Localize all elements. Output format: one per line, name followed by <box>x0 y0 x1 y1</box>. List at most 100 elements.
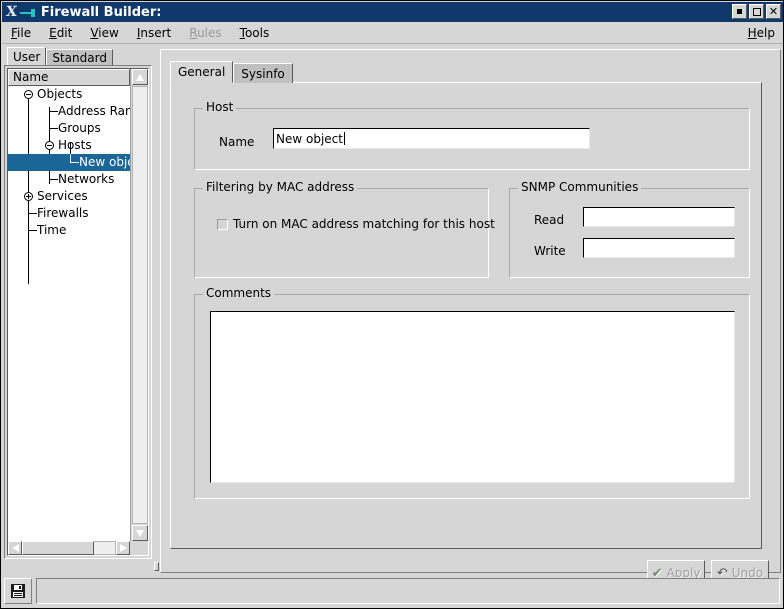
tree-elbow <box>28 213 37 214</box>
tab-general[interactable]: General <box>170 61 234 83</box>
expander-expand-icon[interactable] <box>24 192 33 201</box>
menu-file-label: ile <box>17 25 32 40</box>
tree-item-address-range[interactable]: Address Range <box>8 103 130 120</box>
close-button[interactable]: ✕ <box>766 4 781 19</box>
mac-matching-checkbox[interactable] <box>217 218 228 230</box>
name-label: Name <box>219 135 255 149</box>
mac-matching-checkbox-row[interactable]: Turn on MAC address matching for this ho… <box>217 217 495 231</box>
snmp-communities-groupbox: SNMP Communities Read Write <box>509 181 750 278</box>
menu-edit-mnemonic: E <box>49 25 57 40</box>
comments-groupbox: Comments <box>194 287 750 499</box>
maximize-button[interactable] <box>749 4 764 19</box>
tree-item-services-label: Services <box>37 189 88 203</box>
minimize-button[interactable] <box>732 4 747 19</box>
comments-textarea[interactable] <box>210 311 735 483</box>
tree-vertical-scrollbar[interactable] <box>130 69 148 541</box>
menu-rules-mnemonic: R <box>189 25 198 40</box>
menu-edit-label: dit <box>56 25 73 40</box>
window-manager-icon <box>19 8 35 17</box>
chevron-left-icon <box>11 544 19 552</box>
menu-view-label: iew <box>98 25 119 40</box>
snmp-write-label: Write <box>534 244 566 258</box>
menu-view[interactable]: View <box>81 24 127 42</box>
tree-horizontal-scrollbar[interactable] <box>8 541 130 555</box>
chevron-right-icon <box>119 544 127 552</box>
tree-item-groups[interactable]: Groups <box>8 120 130 137</box>
comments-groupbox-title: Comments <box>203 287 275 299</box>
tree-item-networks-label: Networks <box>58 172 115 186</box>
menu-insert-label: nsert <box>140 25 172 40</box>
scroll-down-button[interactable] <box>132 525 148 541</box>
tree-elbow-stem <box>70 154 71 163</box>
library-tab-standard[interactable]: Standard <box>46 49 113 66</box>
tree-elbow <box>49 111 58 112</box>
scroll-up-button[interactable] <box>132 69 148 85</box>
object-editor-tabs: General Sysinfo <box>170 61 293 83</box>
tree-item-objects[interactable]: Objects <box>8 86 130 103</box>
library-tabs: User Standard <box>7 47 113 66</box>
tree-item-objects-label: Objects <box>37 87 83 101</box>
expander-collapse-icon[interactable] <box>24 90 33 99</box>
menu-help[interactable]: Help <box>739 24 783 42</box>
menu-help-label: elp <box>756 25 775 40</box>
menu-tools-label: ools <box>244 25 270 40</box>
tree-column-header-name[interactable]: Name <box>8 69 130 86</box>
expander-collapse-icon[interactable] <box>45 141 54 150</box>
chevron-down-icon <box>136 529 144 537</box>
object-tree-pane: User Standard Name Objects Address Ra Gr… <box>4 47 152 575</box>
tree-item-services[interactable]: Services <box>8 188 130 205</box>
host-name-input[interactable]: New object <box>273 128 590 149</box>
tree-elbow <box>28 230 37 231</box>
snmp-write-input[interactable] <box>583 238 735 258</box>
host-groupbox: Host Name New object <box>194 101 750 170</box>
mac-matching-label: Turn on MAC address matching for this ho… <box>233 217 495 231</box>
mac-filtering-groupbox-title: Filtering by MAC address <box>203 181 358 193</box>
menu-edit[interactable]: Edit <box>40 24 81 42</box>
tree-item-address-range-label: Address Range <box>58 104 130 118</box>
save-status-button[interactable] <box>4 578 32 604</box>
snmp-groupbox-title: SNMP Communities <box>518 181 642 193</box>
menu-help-mnemonic: H <box>747 25 757 40</box>
mac-filtering-groupbox: Filtering by MAC address Turn on MAC add… <box>194 181 495 278</box>
pane-splitter[interactable] <box>153 47 160 575</box>
tree-elbow <box>49 179 58 180</box>
splitter-grip[interactable] <box>154 562 159 571</box>
close-icon: ✕ <box>768 5 779 18</box>
window-title: Firewall Builder: <box>40 4 162 20</box>
tree-item-hosts-label: Hosts <box>58 138 92 152</box>
tree-item-new-object[interactable]: New object <box>8 154 130 171</box>
tab-sysinfo[interactable]: Sysinfo <box>233 63 293 83</box>
menu-insert[interactable]: Insert <box>128 24 180 42</box>
host-name-value: New object <box>276 131 343 146</box>
library-tab-user[interactable]: User <box>7 47 47 66</box>
vscroll-trough[interactable] <box>132 86 148 524</box>
object-editor-pane: General Sysinfo Host Name New object Fil… <box>160 49 781 586</box>
text-caret <box>343 132 345 145</box>
scrollbar-corner <box>130 541 148 555</box>
maximize-icon <box>752 7 761 16</box>
tree-item-firewalls-label: Firewalls <box>37 206 89 220</box>
tree-item-time[interactable]: Time <box>8 222 130 239</box>
menu-tools[interactable]: Tools <box>231 24 279 42</box>
tree-item-firewalls[interactable]: Firewalls <box>8 205 130 222</box>
host-groupbox-title: Host <box>203 101 237 113</box>
general-tab-page: Host Name New object Filtering by MAC ad… <box>170 82 762 549</box>
status-message <box>36 578 780 604</box>
scroll-right-button[interactable] <box>116 541 130 555</box>
x-logo-icon: X <box>5 4 18 20</box>
menu-rules-label: ules <box>197 25 222 40</box>
scroll-left-button[interactable] <box>8 541 22 555</box>
firewall-builder-window: X Firewall Builder: ✕ File Edit View Ins… <box>0 0 784 609</box>
tree-item-hosts[interactable]: Hosts <box>8 137 130 154</box>
title-bar-icons: X <box>2 4 35 20</box>
menu-file[interactable]: File <box>2 24 40 42</box>
hscroll-thumb[interactable] <box>22 541 94 555</box>
save-floppy-icon <box>11 584 25 598</box>
title-bar: X Firewall Builder: ✕ <box>2 2 783 22</box>
menubar-separator <box>2 43 783 44</box>
snmp-read-input[interactable] <box>583 207 735 227</box>
tree-item-networks[interactable]: Networks <box>8 171 130 188</box>
tree-item-new-object-label: New object <box>79 155 130 169</box>
tree-elbow <box>49 128 58 129</box>
minimize-icon <box>737 9 742 14</box>
